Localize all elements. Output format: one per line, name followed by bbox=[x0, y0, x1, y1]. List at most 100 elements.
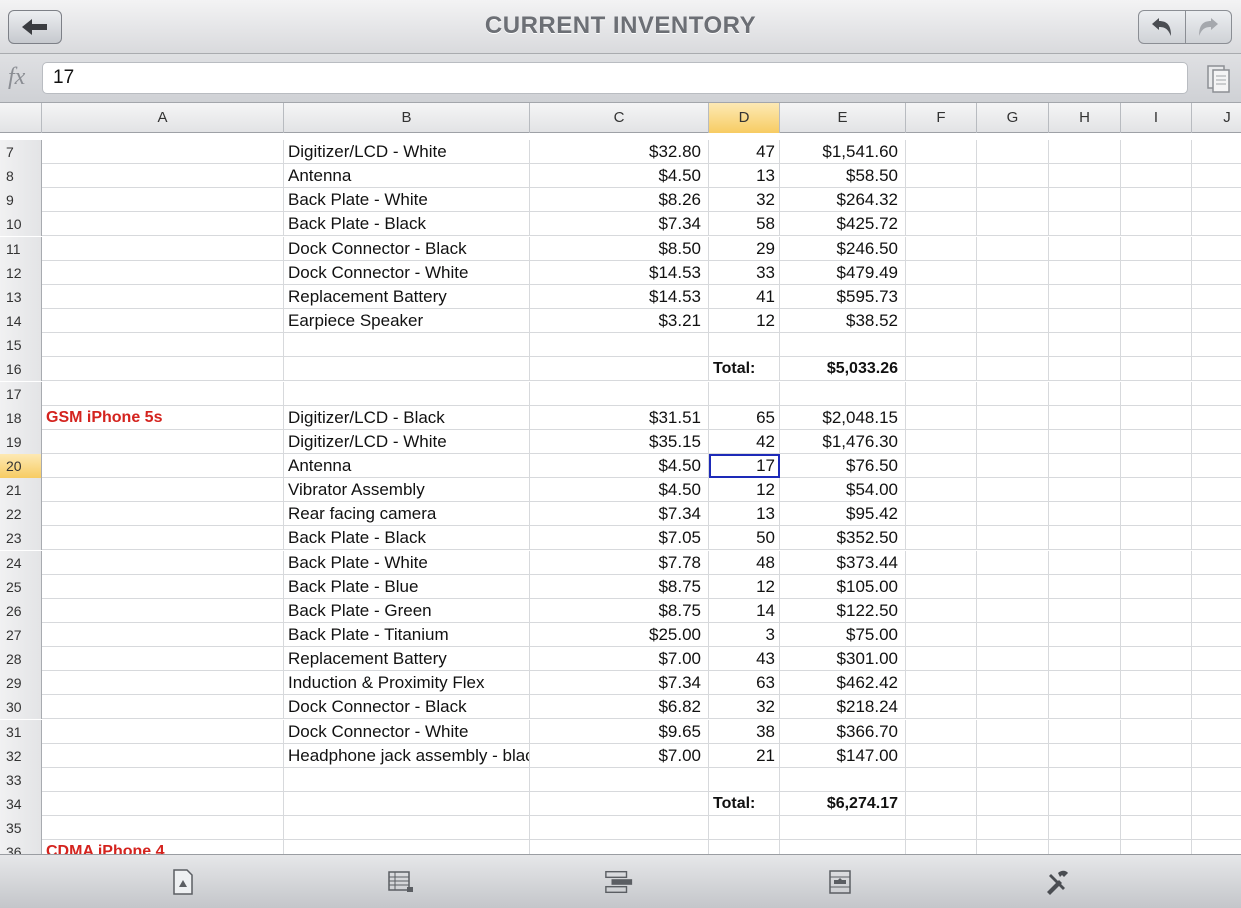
row-header[interactable]: 32 bbox=[0, 743, 42, 768]
cell-f[interactable] bbox=[906, 212, 977, 237]
column-header-d[interactable]: D bbox=[709, 103, 780, 133]
cell-i[interactable] bbox=[1121, 550, 1192, 575]
row-header[interactable]: 36 bbox=[0, 840, 42, 854]
cell-c[interactable]: $31.51 bbox=[530, 405, 709, 430]
cell-b[interactable]: Dock Connector - White bbox=[284, 719, 530, 744]
cell-e[interactable]: $76.50 bbox=[780, 453, 906, 478]
cell-b[interactable] bbox=[284, 333, 530, 358]
row-header[interactable]: 27 bbox=[0, 623, 42, 647]
insert-row-button[interactable] bbox=[604, 867, 634, 897]
cell-g[interactable] bbox=[977, 550, 1049, 575]
cell-e[interactable]: $373.44 bbox=[780, 550, 906, 575]
cell-d[interactable] bbox=[709, 840, 780, 854]
cell-a[interactable] bbox=[42, 164, 284, 189]
cell-e[interactable]: $1,541.60 bbox=[780, 140, 906, 164]
cell-b[interactable]: Dock Connector - Black bbox=[284, 695, 530, 720]
row-header[interactable]: 30 bbox=[0, 695, 42, 720]
cell-e[interactable]: $595.73 bbox=[780, 284, 906, 309]
selected-cell[interactable]: 17 bbox=[709, 453, 780, 478]
cell-b[interactable] bbox=[284, 381, 530, 406]
cell-f[interactable] bbox=[906, 453, 977, 478]
cell-g[interactable] bbox=[977, 671, 1049, 696]
row-header[interactable]: 8 bbox=[0, 164, 42, 189]
cell-i[interactable] bbox=[1121, 598, 1192, 623]
row-header[interactable]: 16 bbox=[0, 357, 42, 382]
cell-f[interactable] bbox=[906, 623, 977, 647]
row-header[interactable]: 26 bbox=[0, 598, 42, 623]
cell-d[interactable]: 12 bbox=[709, 574, 780, 599]
cell-a[interactable] bbox=[42, 598, 284, 623]
cell-f[interactable] bbox=[906, 405, 977, 430]
cell-e[interactable]: $75.00 bbox=[780, 623, 906, 647]
cell-e[interactable]: $479.49 bbox=[780, 260, 906, 285]
cell-d[interactable]: 13 bbox=[709, 164, 780, 189]
cell-e[interactable]: $301.00 bbox=[780, 647, 906, 672]
cell-g[interactable] bbox=[977, 453, 1049, 478]
cell-c[interactable]: $25.00 bbox=[530, 623, 709, 647]
cell-d[interactable]: Total: bbox=[709, 357, 780, 382]
cell-d[interactable]: Total: bbox=[709, 792, 780, 817]
cell-f[interactable] bbox=[906, 647, 977, 672]
cell-c[interactable]: $4.50 bbox=[530, 453, 709, 478]
cell-g[interactable] bbox=[977, 381, 1049, 406]
cell-f[interactable] bbox=[906, 164, 977, 189]
cell-a[interactable] bbox=[42, 816, 284, 841]
cell-d[interactable]: 29 bbox=[709, 236, 780, 261]
cell-c[interactable]: $3.21 bbox=[530, 309, 709, 334]
cell-c[interactable]: $4.50 bbox=[530, 478, 709, 503]
column-header-b[interactable]: B bbox=[284, 103, 530, 133]
cell-h[interactable] bbox=[1049, 164, 1121, 189]
cell-e[interactable] bbox=[780, 816, 906, 841]
cell-c[interactable] bbox=[530, 767, 709, 792]
cell-i[interactable] bbox=[1121, 453, 1192, 478]
cell-b[interactable]: Replacement Battery bbox=[284, 647, 530, 672]
redo-button[interactable] bbox=[1184, 11, 1232, 43]
cell-c[interactable]: $32.80 bbox=[530, 140, 709, 164]
cell-b[interactable] bbox=[284, 816, 530, 841]
cell-d[interactable]: 43 bbox=[709, 647, 780, 672]
cell-i[interactable] bbox=[1121, 719, 1192, 744]
cell-h[interactable] bbox=[1049, 695, 1121, 720]
cell-i[interactable] bbox=[1121, 574, 1192, 599]
cell-f[interactable] bbox=[906, 598, 977, 623]
row-header[interactable]: 10 bbox=[0, 212, 42, 237]
cell-d[interactable]: 47 bbox=[709, 140, 780, 164]
cell-i[interactable] bbox=[1121, 140, 1192, 164]
cell-b[interactable]: Antenna bbox=[284, 453, 530, 478]
cell-i[interactable] bbox=[1121, 840, 1192, 854]
cell-g[interactable] bbox=[977, 743, 1049, 768]
cell-h[interactable] bbox=[1049, 453, 1121, 478]
cell-h[interactable] bbox=[1049, 816, 1121, 841]
cell-c[interactable]: $35.15 bbox=[530, 429, 709, 454]
cell-f[interactable] bbox=[906, 502, 977, 527]
cell-c[interactable] bbox=[530, 357, 709, 382]
cell-b[interactable]: Headphone jack assembly - black bbox=[284, 743, 530, 768]
cell-e[interactable] bbox=[780, 767, 906, 792]
cell-h[interactable] bbox=[1049, 381, 1121, 406]
cell-b[interactable]: Digitizer/LCD - White bbox=[284, 429, 530, 454]
cell-f[interactable] bbox=[906, 671, 977, 696]
cell-g[interactable] bbox=[977, 526, 1049, 551]
cell-f[interactable] bbox=[906, 840, 977, 854]
cell-b[interactable]: Digitizer/LCD - White bbox=[284, 140, 530, 164]
cell-c[interactable]: $8.75 bbox=[530, 574, 709, 599]
cell-g[interactable] bbox=[977, 333, 1049, 358]
cell-a[interactable] bbox=[42, 140, 284, 164]
sheet-doc-button[interactable] bbox=[168, 867, 198, 897]
formula-input[interactable] bbox=[42, 62, 1188, 94]
cell-i[interactable] bbox=[1121, 671, 1192, 696]
cell-f[interactable] bbox=[906, 333, 977, 358]
cell-g[interactable] bbox=[977, 429, 1049, 454]
row-header[interactable]: 12 bbox=[0, 260, 42, 285]
cell-a[interactable] bbox=[42, 212, 284, 237]
cell-d[interactable]: 12 bbox=[709, 309, 780, 334]
cell-g[interactable] bbox=[977, 719, 1049, 744]
cell-a[interactable] bbox=[42, 550, 284, 575]
cell-b[interactable] bbox=[284, 357, 530, 382]
cell-d[interactable] bbox=[709, 333, 780, 358]
cell-f[interactable] bbox=[906, 550, 977, 575]
cell-a[interactable] bbox=[42, 574, 284, 599]
cell-c[interactable]: $7.00 bbox=[530, 743, 709, 768]
cell-g[interactable] bbox=[977, 212, 1049, 237]
cell-i[interactable] bbox=[1121, 405, 1192, 430]
